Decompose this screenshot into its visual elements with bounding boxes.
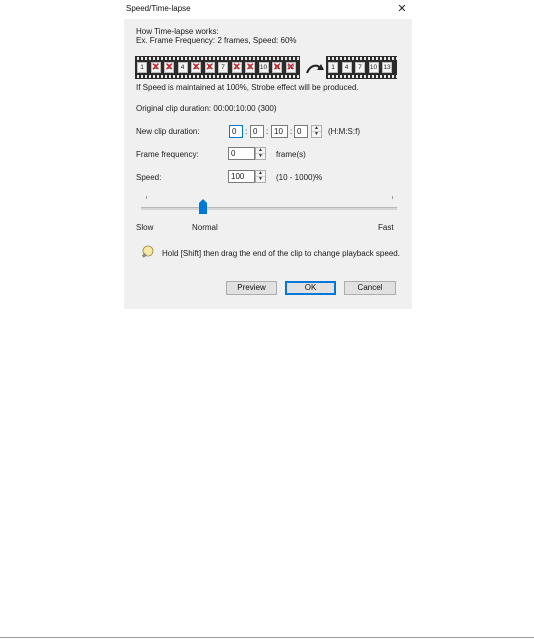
duration-seconds-input[interactable]: 10 (271, 125, 288, 138)
drop-mark-icon: ✕ (151, 62, 160, 73)
film-frame: 7 (218, 62, 228, 73)
frame-number: 10 (369, 64, 378, 71)
dropped-film-frame: 6 ✕ (204, 62, 215, 73)
drop-mark-icon: ✕ (192, 62, 201, 73)
time-separator: : (290, 127, 293, 136)
lightbulb-icon (141, 245, 154, 258)
drop-mark-icon: ✕ (205, 62, 214, 73)
dropped-film-frame: 5 ✕ (191, 62, 201, 73)
dropped-film-frame: 11 ✕ (272, 62, 282, 73)
duration-frames-input[interactable]: 0 (294, 125, 308, 138)
frame-frequency-input[interactable]: 0 (228, 147, 255, 160)
frame-number: 4 (344, 64, 349, 71)
slider-tick (146, 196, 147, 199)
dropped-film-frame: 12 ✕ (285, 62, 296, 73)
dropped-film-frame: 2 ✕ (150, 62, 161, 73)
info-line-2: Ex. Frame Frequency: 2 frames, Speed: 60… (136, 36, 297, 45)
drop-mark-icon: ✕ (273, 62, 282, 73)
slider-fast-label: Fast (378, 223, 394, 232)
film-sprocket-holes (135, 57, 300, 60)
spin-down-icon[interactable]: ▼ (256, 177, 265, 182)
new-duration-label: New clip duration: (136, 127, 200, 136)
film-sprocket-holes (135, 75, 300, 78)
dropped-film-frame: 9 ✕ (245, 62, 255, 73)
frame-frequency-unit: frame(s) (276, 150, 306, 159)
speed-spinner[interactable]: ▲ ▼ (255, 170, 266, 183)
time-separator: : (266, 127, 269, 136)
drop-mark-icon: ✕ (286, 62, 295, 73)
frame-number: 7 (221, 64, 225, 71)
film-frame: 13 (382, 62, 392, 73)
hint-text: Hold [Shift] then drag the end of the cl… (162, 249, 400, 258)
slider-slow-label: Slow (136, 223, 154, 232)
drop-mark-icon: ✕ (232, 62, 241, 73)
speed-slider-track[interactable] (141, 207, 397, 210)
speed-slider-thumb[interactable] (199, 199, 207, 214)
spin-down-icon[interactable]: ▼ (312, 132, 321, 137)
frame-number: 7 (358, 64, 362, 71)
dropped-film-frame: 8 ✕ (231, 62, 242, 73)
cancel-button[interactable]: Cancel (344, 281, 396, 295)
frame-number: 10 (259, 64, 268, 71)
close-icon[interactable]: ✕ (394, 2, 410, 16)
preview-button[interactable]: Preview (226, 281, 277, 295)
original-duration: Original clip duration: 00:00:10:00 (300… (136, 104, 277, 113)
spin-down-icon[interactable]: ▼ (256, 154, 265, 159)
frame-number: 13 (383, 64, 391, 71)
frame-number: 1 (140, 64, 144, 71)
duration-hours-input[interactable]: 0 (229, 125, 243, 138)
source-film-strip: 1 2 ✕ 3 ✕ 4 5 ✕ 6 ✕ 7 8 ✕ 9 ✕ 10 11 ✕ 12 ✕ (135, 56, 300, 79)
duration-spinner[interactable]: ▲ ▼ (311, 125, 322, 138)
ok-button[interactable]: OK (285, 281, 336, 295)
film-sprocket-holes (326, 57, 397, 60)
frame-number: 4 (180, 64, 185, 71)
dropped-film-frame: 3 ✕ (164, 62, 174, 73)
speed-label: Speed: (136, 173, 162, 182)
taskbar-edge (0, 637, 534, 638)
strobe-note: If Speed is maintained at 100%, Strobe e… (136, 83, 359, 92)
drop-mark-icon: ✕ (165, 62, 174, 73)
slider-tick (392, 196, 393, 199)
film-frame: 1 (328, 62, 338, 73)
speed-input[interactable]: 100 (228, 170, 255, 183)
time-separator: : (245, 127, 248, 136)
duration-format-hint: (H:M:S:f) (328, 127, 360, 136)
curved-arrow-right-icon (306, 64, 324, 74)
film-frame: 4 (177, 62, 188, 73)
info-line-1: How Time-lapse works: (136, 27, 219, 36)
film-sprocket-holes (326, 75, 397, 78)
window-title: Speed/Time-lapse (126, 4, 191, 13)
film-frame: 10 (258, 62, 269, 73)
drop-mark-icon: ✕ (246, 62, 255, 73)
frame-frequency-label: Frame frequency: (136, 150, 199, 159)
film-frame: 10 (368, 62, 379, 73)
slider-normal-label: Normal (192, 223, 218, 232)
film-frame: 4 (341, 62, 352, 73)
film-frame: 1 (137, 62, 147, 73)
result-film-strip: 1 4 7 10 13 (326, 56, 397, 79)
frame-frequency-spinner[interactable]: ▲ ▼ (255, 147, 266, 160)
frame-number: 1 (331, 64, 335, 71)
duration-minutes-input[interactable]: 0 (250, 125, 264, 138)
speed-range-hint: (10 - 1000)% (276, 173, 323, 182)
title-bar: Speed/Time-lapse ✕ (124, 0, 412, 19)
film-frame: 7 (355, 62, 365, 73)
